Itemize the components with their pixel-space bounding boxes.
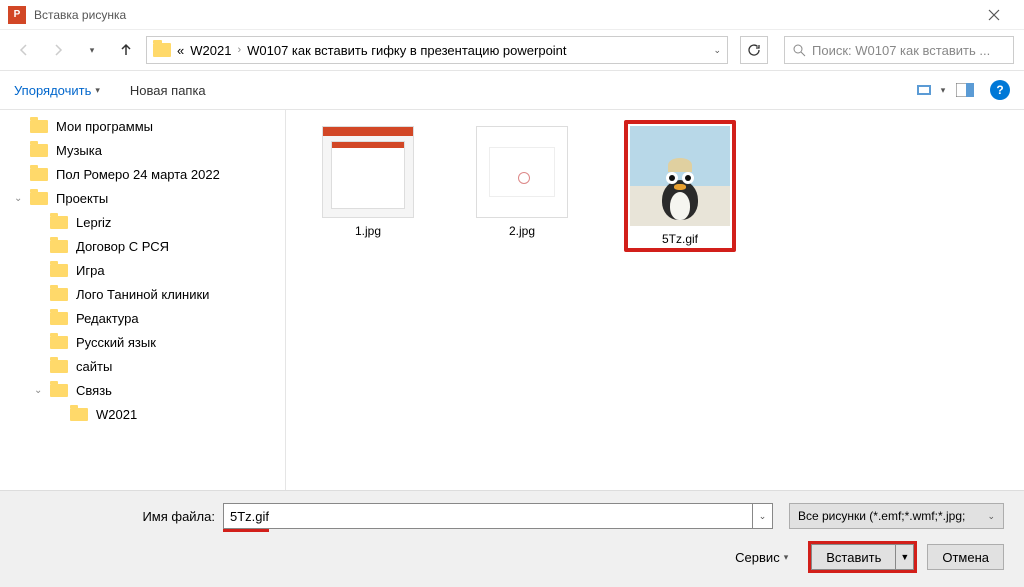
tree-item[interactable]: Пол Ромеро 24 марта 2022 <box>0 162 285 186</box>
footer: Имя файла: ⌄ Все рисунки (*.emf;*.wmf;*.… <box>0 490 1024 587</box>
folder-tree[interactable]: Мои программы Музыка Пол Ромеро 24 марта… <box>0 110 286 490</box>
powerpoint-icon: P <box>8 6 26 24</box>
address-dropdown[interactable]: ⌄ <box>713 45 721 56</box>
file-item-selected[interactable]: 5Tz.gif <box>624 120 736 252</box>
thumbnail <box>476 126 568 218</box>
view-mode-button[interactable]: ▾ <box>916 77 946 103</box>
window-title: Вставка рисунка <box>34 8 971 22</box>
navbar: ▾ « W2021 › W0107 как вставить гифку в п… <box>0 30 1024 70</box>
forward-button[interactable] <box>44 36 72 64</box>
tree-item[interactable]: Лого Таниной клиники <box>0 282 285 306</box>
tree-item[interactable]: сайты <box>0 354 285 378</box>
breadcrumb-2[interactable]: W0107 как вставить гифку в презентацию p… <box>247 43 566 58</box>
up-button[interactable] <box>112 36 140 64</box>
main-area: Мои программы Музыка Пол Ромеро 24 марта… <box>0 110 1024 490</box>
tree-item[interactable]: Музыка <box>0 138 285 162</box>
preview-pane-button[interactable] <box>950 77 980 103</box>
titlebar: P Вставка рисунка <box>0 0 1024 30</box>
filename-label: Имя файла: <box>20 509 215 524</box>
tree-item[interactable]: ⌄Проекты <box>0 186 285 210</box>
refresh-button[interactable] <box>740 36 768 64</box>
file-label: 2.jpg <box>509 224 535 238</box>
recent-dropdown[interactable]: ▾ <box>78 36 106 64</box>
back-button[interactable] <box>10 36 38 64</box>
tree-item[interactable]: ⌄Связь <box>0 378 285 402</box>
folder-icon <box>153 43 171 57</box>
new-folder-button[interactable]: Новая папка <box>130 83 206 98</box>
tree-item[interactable]: Lepriz <box>0 210 285 234</box>
file-item[interactable]: 2.jpg <box>470 120 574 244</box>
breadcrumb-1[interactable]: W2021 <box>190 43 231 58</box>
address-bar[interactable]: « W2021 › W0107 как вставить гифку в пре… <box>146 36 728 64</box>
search-icon <box>793 44 806 57</box>
insert-dropdown[interactable]: ▼ <box>896 544 914 570</box>
filetype-dropdown[interactable]: Все рисунки (*.emf;*.wmf;*.jpg;⌄ <box>789 503 1004 529</box>
search-input[interactable]: Поиск: W0107 как вставить ... <box>784 36 1014 64</box>
filename-input[interactable] <box>223 503 753 529</box>
tree-item[interactable]: Русский язык <box>0 330 285 354</box>
organize-menu[interactable]: Упорядочить▾ <box>14 83 100 98</box>
tree-item[interactable]: Редактура <box>0 306 285 330</box>
filename-dropdown[interactable]: ⌄ <box>753 503 773 529</box>
tree-item[interactable]: Игра <box>0 258 285 282</box>
tree-item[interactable]: Мои программы <box>0 114 285 138</box>
insert-button[interactable]: Вставить <box>811 544 896 570</box>
insert-button-highlight: Вставить ▼ <box>808 541 917 573</box>
path-prefix: « <box>177 43 184 58</box>
tree-item[interactable]: Договор С РСЯ <box>0 234 285 258</box>
close-button[interactable] <box>971 0 1016 30</box>
service-menu[interactable]: Сервис▾ <box>735 550 788 565</box>
tree-item[interactable]: W2021 <box>0 402 285 426</box>
help-button[interactable]: ? <box>990 80 1010 100</box>
file-label: 5Tz.gif <box>662 232 698 246</box>
highlight-underline <box>223 529 269 532</box>
toolbar: Упорядочить▾ Новая папка ▾ ? <box>0 70 1024 110</box>
file-label: 1.jpg <box>355 224 381 238</box>
thumbnail <box>630 126 730 226</box>
file-list[interactable]: 1.jpg 2.jpg 5Tz.gif <box>286 110 1024 490</box>
search-placeholder: Поиск: W0107 как вставить ... <box>812 43 990 58</box>
file-item[interactable]: 1.jpg <box>316 120 420 244</box>
thumbnail <box>322 126 414 218</box>
cancel-button[interactable]: Отмена <box>927 544 1004 570</box>
breadcrumb-sep: › <box>237 44 241 56</box>
